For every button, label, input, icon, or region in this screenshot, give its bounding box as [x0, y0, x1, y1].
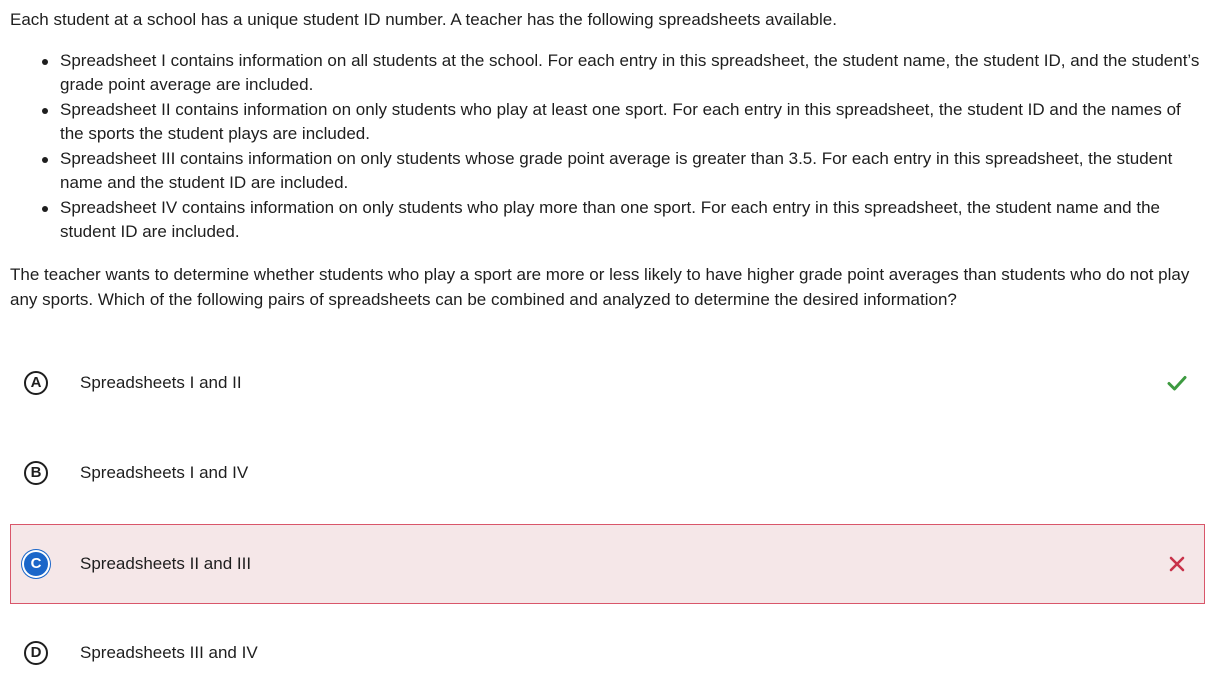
answer-choice-b[interactable]: B Spreadsheets I and IV: [10, 433, 1205, 513]
list-item: Spreadsheet IV contains information on o…: [42, 196, 1200, 244]
choice-letter-b: B: [24, 461, 48, 485]
choice-text-d: Spreadsheets III and IV: [80, 643, 258, 662]
x-icon: [1169, 556, 1185, 572]
answer-choice-c[interactable]: C Spreadsheets II and III: [10, 524, 1205, 604]
list-item-text: Spreadsheet IV contains information on o…: [60, 198, 1160, 241]
list-item-text: Spreadsheet III contains information on …: [60, 149, 1173, 192]
choice-text-a: Spreadsheets I and II: [80, 373, 242, 392]
check-icon: [1167, 376, 1187, 391]
choice-text-c: Spreadsheets II and III: [80, 554, 252, 573]
choice-text-b: Spreadsheets I and IV: [80, 463, 249, 482]
question-page: Each student at a school has a unique st…: [0, 0, 1222, 700]
choice-letter-d: D: [24, 641, 48, 665]
answer-choice-a[interactable]: A Spreadsheets I and II: [10, 343, 1205, 423]
list-item-text: Spreadsheet I contains information on al…: [60, 51, 1200, 94]
spreadsheet-list: Spreadsheet I contains information on al…: [10, 49, 1200, 245]
bullet-icon: [42, 206, 48, 212]
question-intro: Each student at a school has a unique st…: [10, 10, 837, 29]
choice-letter-a: A: [24, 371, 48, 395]
question-prompt: The teacher wants to determine whether s…: [10, 265, 1190, 309]
bullet-icon: [42, 108, 48, 114]
bullet-icon: [42, 59, 48, 65]
choice-letter-c: C: [24, 552, 48, 576]
list-item: Spreadsheet I contains information on al…: [42, 49, 1200, 97]
list-item-text: Spreadsheet II contains information on o…: [60, 100, 1181, 143]
list-item: Spreadsheet II contains information on o…: [42, 98, 1200, 146]
answer-choice-d[interactable]: D Spreadsheets III and IV: [10, 613, 1205, 693]
list-item: Spreadsheet III contains information on …: [42, 147, 1200, 195]
bullet-icon: [42, 157, 48, 163]
